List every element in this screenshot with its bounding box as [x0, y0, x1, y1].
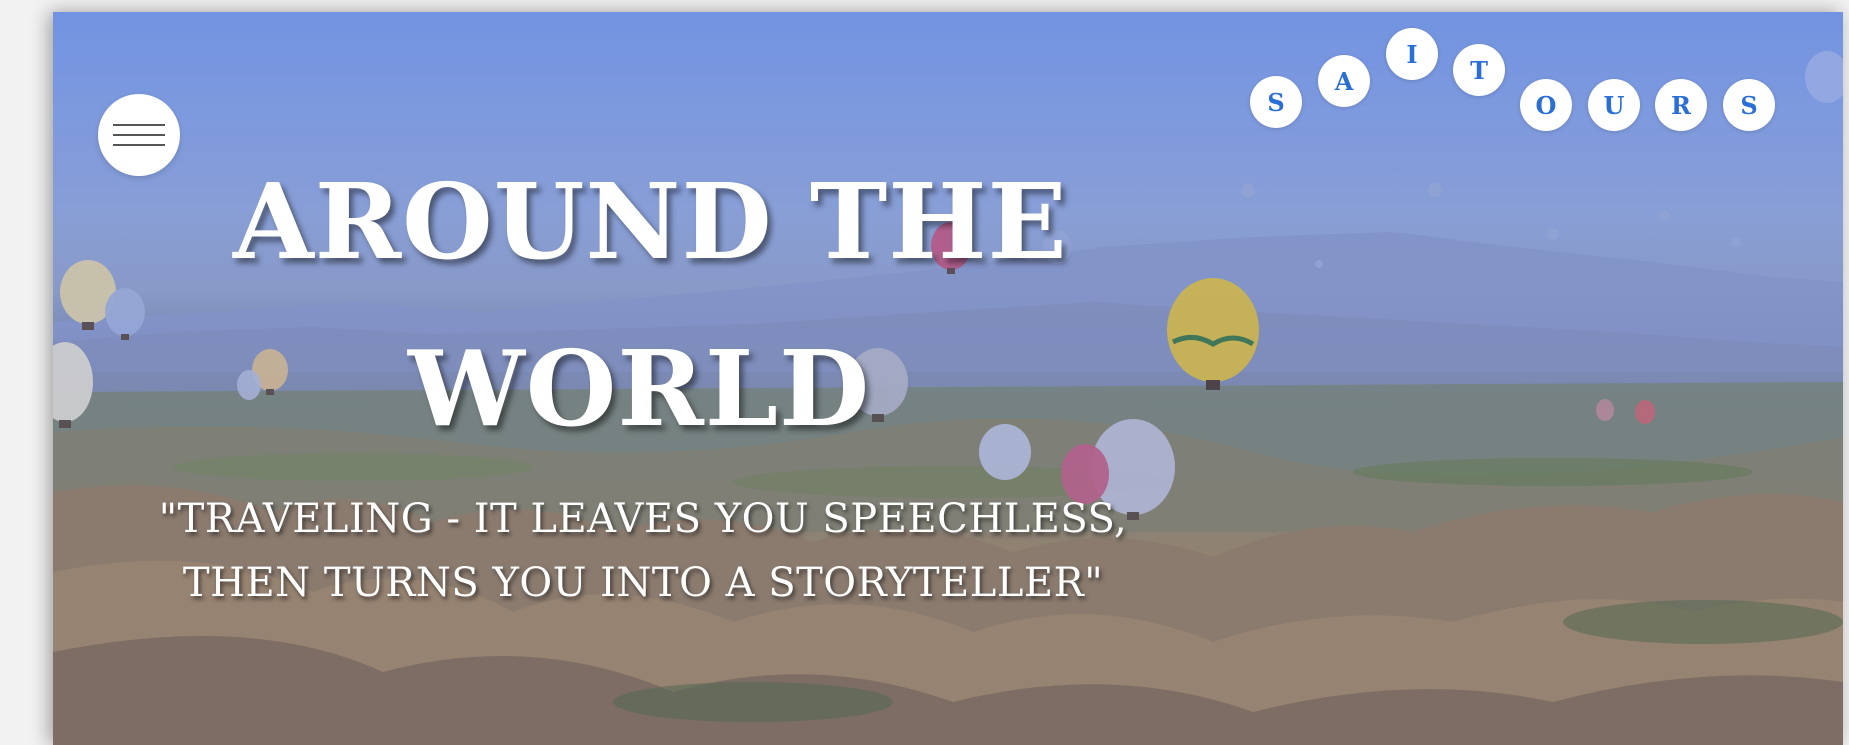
logo-letter: O — [1520, 79, 1572, 131]
logo-letter: A — [1318, 55, 1370, 107]
hero-title-line1: AROUND THE — [233, 160, 1068, 283]
logo-letter: R — [1655, 79, 1707, 131]
hero-quote-line1: "TRAVELING - IT LEAVES YOU SPEECHLESS, — [158, 496, 1128, 542]
hero-quote: "TRAVELING - IT LEAVES YOU SPEECHLESS, T… — [113, 487, 1173, 615]
hamburger-icon-line — [113, 134, 165, 136]
hero-quote-line2: THEN TURNS YOU INTO A STORYTELLER" — [182, 560, 1104, 606]
logo-letter: I — [1386, 28, 1438, 80]
hero-section: S A I T O U R S AROUND THE WORLD "TRAVEL… — [53, 12, 1843, 745]
menu-button[interactable] — [98, 94, 180, 176]
hamburger-icon-line — [113, 124, 165, 126]
logo-letter: S — [1250, 76, 1302, 128]
hamburger-icon-line — [113, 144, 165, 146]
page-frame: S A I T O U R S AROUND THE WORLD "TRAVEL… — [53, 12, 1843, 745]
hero-title-line2: WORLD — [408, 327, 871, 450]
logo-letter: U — [1588, 79, 1640, 131]
logo-letter: T — [1453, 44, 1505, 96]
logo-letter: S — [1723, 79, 1775, 131]
